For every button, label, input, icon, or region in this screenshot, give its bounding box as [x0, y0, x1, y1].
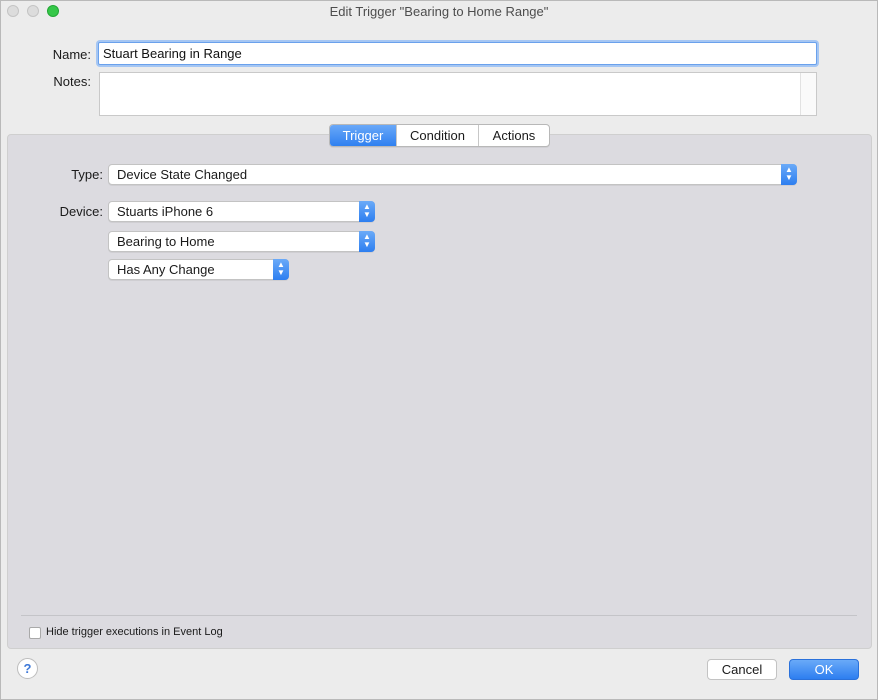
name-label: Name:: [52, 47, 91, 62]
change-type-value: Has Any Change: [117, 262, 215, 277]
tab-bar: Trigger Condition Actions: [329, 124, 550, 147]
tab-trigger[interactable]: Trigger: [330, 125, 396, 146]
device-label: Device:: [59, 204, 103, 219]
device-state-value: Bearing to Home: [117, 234, 215, 249]
edit-trigger-window: Edit Trigger "Bearing to Home Range" Nam…: [0, 0, 878, 700]
notes-label: Notes:: [53, 74, 91, 89]
cancel-button[interactable]: Cancel: [707, 659, 777, 680]
up-down-chevron-icon: ▲ ▼: [359, 201, 375, 222]
up-down-chevron-icon: ▲ ▼: [273, 259, 289, 280]
name-input[interactable]: [98, 42, 817, 65]
help-button[interactable]: ?: [17, 658, 38, 679]
footer-divider: [21, 615, 857, 616]
question-mark-icon: ?: [23, 661, 32, 676]
hide-executions-checkbox[interactable]: [29, 627, 41, 639]
tab-condition[interactable]: Condition: [396, 125, 478, 146]
device-value: Stuarts iPhone 6: [117, 204, 214, 219]
change-type-popup[interactable]: Has Any Change ▲ ▼: [108, 259, 289, 280]
tab-actions[interactable]: Actions: [478, 125, 549, 146]
type-label: Type:: [71, 167, 103, 182]
device-popup[interactable]: Stuarts iPhone 6 ▲ ▼: [108, 201, 375, 222]
notes-textarea[interactable]: [100, 73, 800, 115]
window-title: Edit Trigger "Bearing to Home Range": [329, 4, 549, 19]
notes-scrollbar[interactable]: [800, 73, 816, 115]
type-popup[interactable]: Device State Changed ▲ ▼: [108, 164, 797, 185]
tab-panel: Type: Device State Changed ▲ ▼ Device: St…: [7, 134, 872, 649]
notes-field-container: [99, 72, 817, 116]
up-down-chevron-icon: ▲ ▼: [359, 231, 375, 252]
hide-executions-label[interactable]: Hide trigger executions in Event Log: [46, 626, 223, 638]
ok-button[interactable]: OK: [789, 659, 859, 680]
up-down-chevron-icon: ▲ ▼: [781, 164, 797, 185]
device-state-popup[interactable]: Bearing to Home ▲ ▼: [108, 231, 375, 252]
type-value: Device State Changed: [117, 167, 248, 182]
title-bar[interactable]: Edit Trigger "Bearing to Home Range": [1, 1, 877, 23]
